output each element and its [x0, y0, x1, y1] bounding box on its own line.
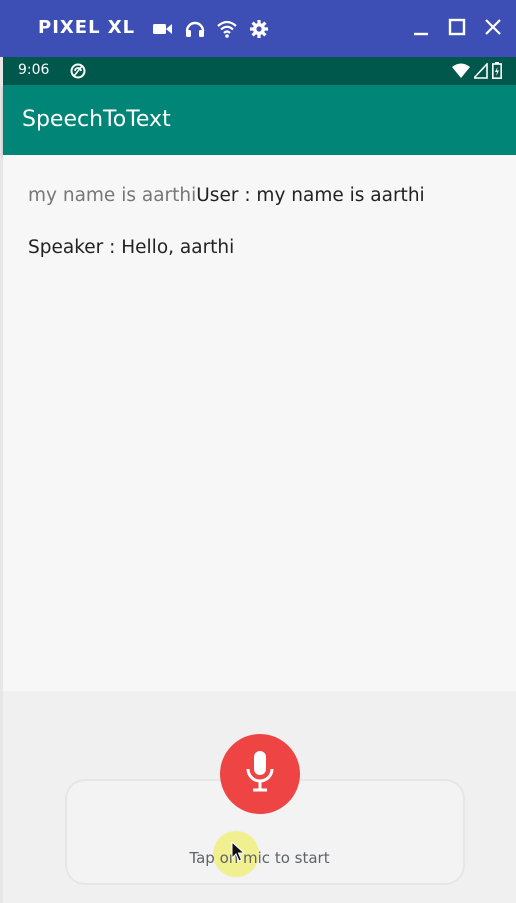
minimize-icon[interactable] [410, 16, 432, 38]
microphone-icon [245, 749, 275, 799]
transcript-line: my name is aarthiUser : my name is aarth… [28, 185, 425, 206]
status-bar: 9:06 [3, 57, 516, 85]
mic-button[interactable] [220, 734, 300, 814]
headphones-icon[interactable] [184, 18, 206, 40]
mic-hint: Tap on mic to start [189, 849, 330, 867]
video-camera-icon[interactable] [152, 18, 174, 40]
maximize-icon[interactable] [446, 16, 468, 38]
mouse-cursor-icon [231, 840, 247, 863]
wifi-icon[interactable] [216, 18, 238, 40]
emulator-title: PIXEL XL [38, 17, 136, 38]
partial-transcript: my name is aarthi [28, 185, 197, 206]
app-bar: SpeechToText [3, 85, 516, 155]
window-controls [410, 16, 504, 38]
cell-signal-icon [472, 61, 488, 83]
battery-icon [492, 62, 502, 83]
status-time: 9:06 [18, 62, 50, 78]
emulator-title-bar: PIXEL XL [0, 0, 516, 57]
wifi-signal-icon [452, 63, 470, 83]
user-message: User : my name is aarthi [196, 185, 425, 206]
emulator-toolbar [152, 18, 270, 40]
settings-icon[interactable] [248, 18, 270, 40]
conversation-area: my name is aarthiUser : my name is aarth… [3, 155, 516, 691]
sync-icon [69, 62, 87, 80]
speech-input-panel: Tap on mic to start [3, 691, 516, 903]
close-icon[interactable] [482, 16, 504, 38]
app-title: SpeechToText [22, 107, 171, 132]
speaker-message: Speaker : Hello, aarthi [28, 237, 235, 258]
status-icons [452, 61, 502, 83]
